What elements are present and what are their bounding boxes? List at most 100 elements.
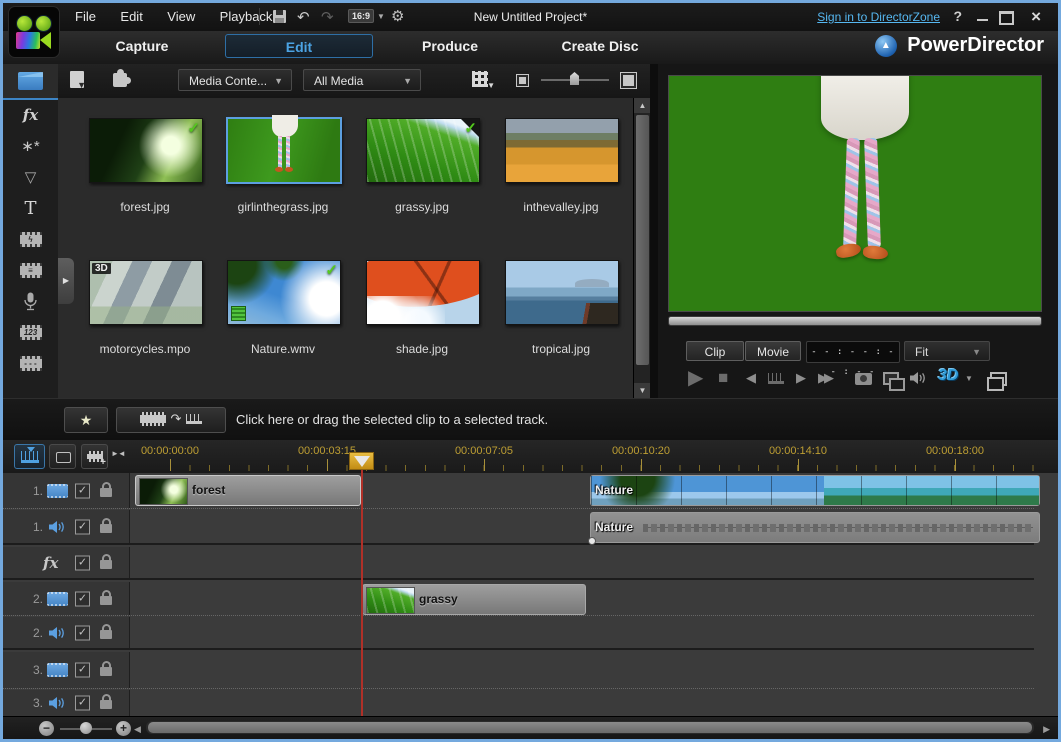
scrollbar-thumb[interactable] <box>148 722 1032 733</box>
clip-mode-button[interactable]: Clip <box>686 341 744 361</box>
media-thumbnail-forest[interactable]: ✓ <box>89 118 203 183</box>
media-thumbnail-grassy[interactable]: ✓ <box>366 118 480 183</box>
track-row-effect[interactable]: fx ✓ <box>3 547 1034 580</box>
menu-edit[interactable]: Edit <box>110 3 152 30</box>
scroll-up-button[interactable]: ▲ <box>634 98 651 113</box>
tab-capture[interactable]: Capture <box>78 38 206 54</box>
sidebar-item-title-room[interactable]: T <box>3 193 58 224</box>
stop-button[interactable]: ■ <box>718 368 728 388</box>
timeline-horizontal-scrollbar[interactable] <box>146 721 1034 734</box>
previous-frame-button[interactable]: ◀ <box>746 370 756 386</box>
thumbnail-zoom-handle[interactable] <box>570 72 579 85</box>
track-row-video-2[interactable]: 2. ✓ grassy <box>3 582 1034 616</box>
scroll-left-icon[interactable]: ◀ <box>134 724 141 735</box>
aspect-ratio-badge[interactable]: 16:9 <box>348 9 374 23</box>
media-thumbnail-girlinthegrass[interactable] <box>226 117 342 184</box>
insert-to-timeline-button[interactable]: ↷ <box>116 407 226 433</box>
library-content-dropdown[interactable]: Media Conte... ▼ <box>178 69 292 91</box>
track-row-video-1[interactable]: 1. ✓ forest Nature <box>3 473 1034 509</box>
menu-view[interactable]: View <box>157 3 205 30</box>
3d-dropdown-icon[interactable]: ▼ <box>965 374 973 383</box>
timeline-zoom-handle[interactable] <box>80 722 92 734</box>
track-row-audio-1[interactable]: 1. ✓ Nature <box>3 510 1034 545</box>
magic-tools-button[interactable]: ★ <box>64 407 108 433</box>
sidebar-item-transition-room[interactable]: ϟ <box>3 224 58 255</box>
sidebar-item-media-room[interactable] <box>3 64 58 100</box>
media-thumbnail-tropical[interactable] <box>505 260 619 325</box>
track-row-video-3[interactable]: 3. ✓ <box>3 652 1034 689</box>
timeline-clip-forest[interactable]: forest <box>135 475 361 506</box>
timeline-clip-grassy[interactable]: grassy <box>362 584 586 615</box>
minimize-button[interactable] <box>977 19 988 21</box>
movie-mode-button[interactable]: Movie <box>745 341 801 361</box>
menu-file[interactable]: File <box>65 3 106 30</box>
3d-mode-button[interactable]: 3D <box>938 367 958 385</box>
large-thumbnail-icon[interactable] <box>620 72 637 89</box>
track-enable-checkbox[interactable]: ✓ <box>75 519 90 534</box>
track-enable-checkbox[interactable]: ✓ <box>75 696 90 711</box>
sidebar-item-particle-room[interactable]: ▽ <box>3 162 58 193</box>
brand-up-arrow-icon[interactable]: ▲ <box>875 35 897 57</box>
sidebar-item-subtitle-room[interactable]: - - - <box>3 348 58 379</box>
track-enable-checkbox[interactable]: ✓ <box>75 483 90 498</box>
lock-icon[interactable] <box>100 700 112 709</box>
help-button[interactable]: ? <box>953 8 962 24</box>
tab-edit[interactable]: Edit <box>225 34 373 58</box>
playhead-line[interactable] <box>361 470 363 716</box>
track-row-audio-2[interactable]: 2. ✓ <box>3 617 1034 650</box>
tab-create-disc[interactable]: Create Disc <box>535 38 665 54</box>
snapshot-button[interactable] <box>855 373 872 385</box>
lock-icon[interactable] <box>100 667 112 676</box>
zoom-fit-dropdown[interactable]: Fit ▼ <box>904 341 990 361</box>
sidebar-item-effect-room[interactable]: fx <box>3 100 58 131</box>
fast-forward-button[interactable]: ▶▶ <box>818 370 830 386</box>
lock-icon[interactable] <box>100 596 112 605</box>
undo-icon[interactable]: ↶ <box>297 8 310 26</box>
media-thumbnail-shade[interactable] <box>366 260 480 325</box>
media-thumbnail-nature[interactable]: ✓ <box>227 260 341 325</box>
lock-icon[interactable] <box>100 560 112 569</box>
redo-icon[interactable]: ↷ <box>321 8 334 26</box>
aspect-dropdown-icon[interactable]: ▼ <box>377 12 385 21</box>
track-enable-checkbox[interactable]: ✓ <box>75 625 90 640</box>
save-icon[interactable] <box>273 10 286 23</box>
small-thumbnail-icon[interactable] <box>516 74 529 87</box>
preview-seekbar[interactable] <box>668 316 1042 326</box>
ruler-ticks[interactable] <box>130 440 1037 471</box>
close-button[interactable]: × <box>1031 7 1041 27</box>
library-flyout-tab[interactable]: ▶ <box>58 258 74 304</box>
media-thumbnail-inthevalley[interactable] <box>505 118 619 183</box>
media-thumbnail-motorcycles[interactable]: 3D <box>89 260 203 325</box>
sidebar-item-chapter-room[interactable]: 123 <box>3 317 58 348</box>
timeline-clip-nature-video[interactable]: Nature <box>590 475 1040 506</box>
scroll-down-button[interactable]: ▼ <box>634 383 651 398</box>
play-button[interactable]: ▶ <box>688 365 703 390</box>
preview-window-toggle-button[interactable] <box>883 372 899 385</box>
lock-icon[interactable] <box>100 524 112 533</box>
scrollbar-thumb[interactable] <box>636 115 649 365</box>
sidebar-item-audio-mixing-room[interactable]: ≡ <box>3 255 58 286</box>
tab-produce[interactable]: Produce <box>388 38 512 54</box>
media-filter-dropdown[interactable]: All Media ▼ <box>303 69 421 91</box>
playhead-marker[interactable] <box>349 452 374 470</box>
fade-keyframe-handle[interactable] <box>588 537 596 545</box>
track-enable-checkbox[interactable]: ✓ <box>75 555 90 570</box>
library-scrollbar[interactable]: ▲ ▼ <box>633 98 651 398</box>
maximize-button[interactable] <box>999 11 1014 25</box>
timeline-clip-nature-audio[interactable]: Nature <box>590 512 1040 543</box>
track-enable-checkbox[interactable]: ✓ <box>75 591 90 606</box>
sidebar-item-voiceover-room[interactable] <box>3 286 58 317</box>
sidebar-item-pip-objects-room[interactable]: ∗* <box>3 131 58 162</box>
sort-media-icon[interactable] <box>472 71 488 87</box>
timecode-display[interactable]: - - : - - : - - : - - <box>806 341 900 363</box>
storyboard-view-button[interactable] <box>49 444 76 469</box>
lock-icon[interactable] <box>100 630 112 639</box>
menu-playback[interactable]: Playback <box>210 3 283 30</box>
sign-in-link[interactable]: Sign in to DirectorZone <box>817 10 940 24</box>
preview-video[interactable] <box>668 75 1042 312</box>
add-track-button[interactable]: + <box>81 444 108 469</box>
next-frame-button[interactable]: ▶ <box>796 370 806 386</box>
timeline-zoom-out-button[interactable]: − <box>39 721 54 736</box>
scroll-right-icon[interactable]: ▶ <box>1043 724 1050 735</box>
volume-button[interactable] <box>910 371 927 385</box>
